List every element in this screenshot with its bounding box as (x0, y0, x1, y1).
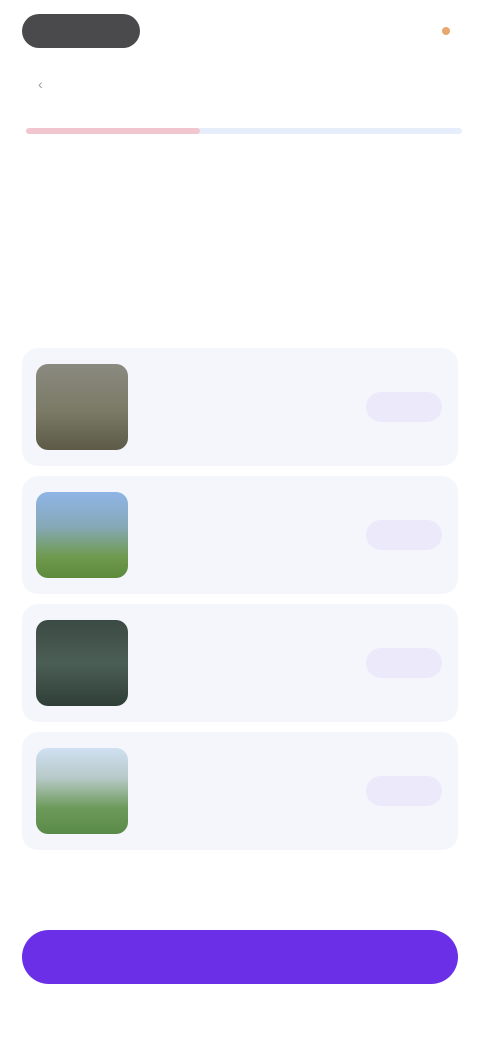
list-item[interactable] (22, 348, 458, 466)
card-action-button[interactable] (366, 520, 442, 550)
back-arrow-icon[interactable]: ‹ (38, 76, 54, 92)
continue-button[interactable] (22, 930, 458, 984)
list-item[interactable] (22, 732, 458, 850)
card-thumbnail-image (36, 620, 128, 706)
card-thumbnail-image (36, 364, 128, 450)
top-right-link[interactable] (436, 20, 450, 42)
logo[interactable] (22, 14, 140, 48)
card-action-button[interactable] (366, 776, 442, 806)
card-thumbnail-image (36, 492, 128, 578)
card-action-button[interactable] (366, 392, 442, 422)
top-bar (0, 0, 480, 70)
list-item[interactable] (22, 604, 458, 722)
status-dot-icon (442, 27, 450, 35)
card-list (22, 348, 458, 860)
progress-bar (26, 128, 462, 134)
list-item[interactable] (22, 476, 458, 594)
progress-fill (26, 128, 201, 134)
card-thumbnail-image (36, 748, 128, 834)
card-action-button[interactable] (366, 648, 442, 678)
